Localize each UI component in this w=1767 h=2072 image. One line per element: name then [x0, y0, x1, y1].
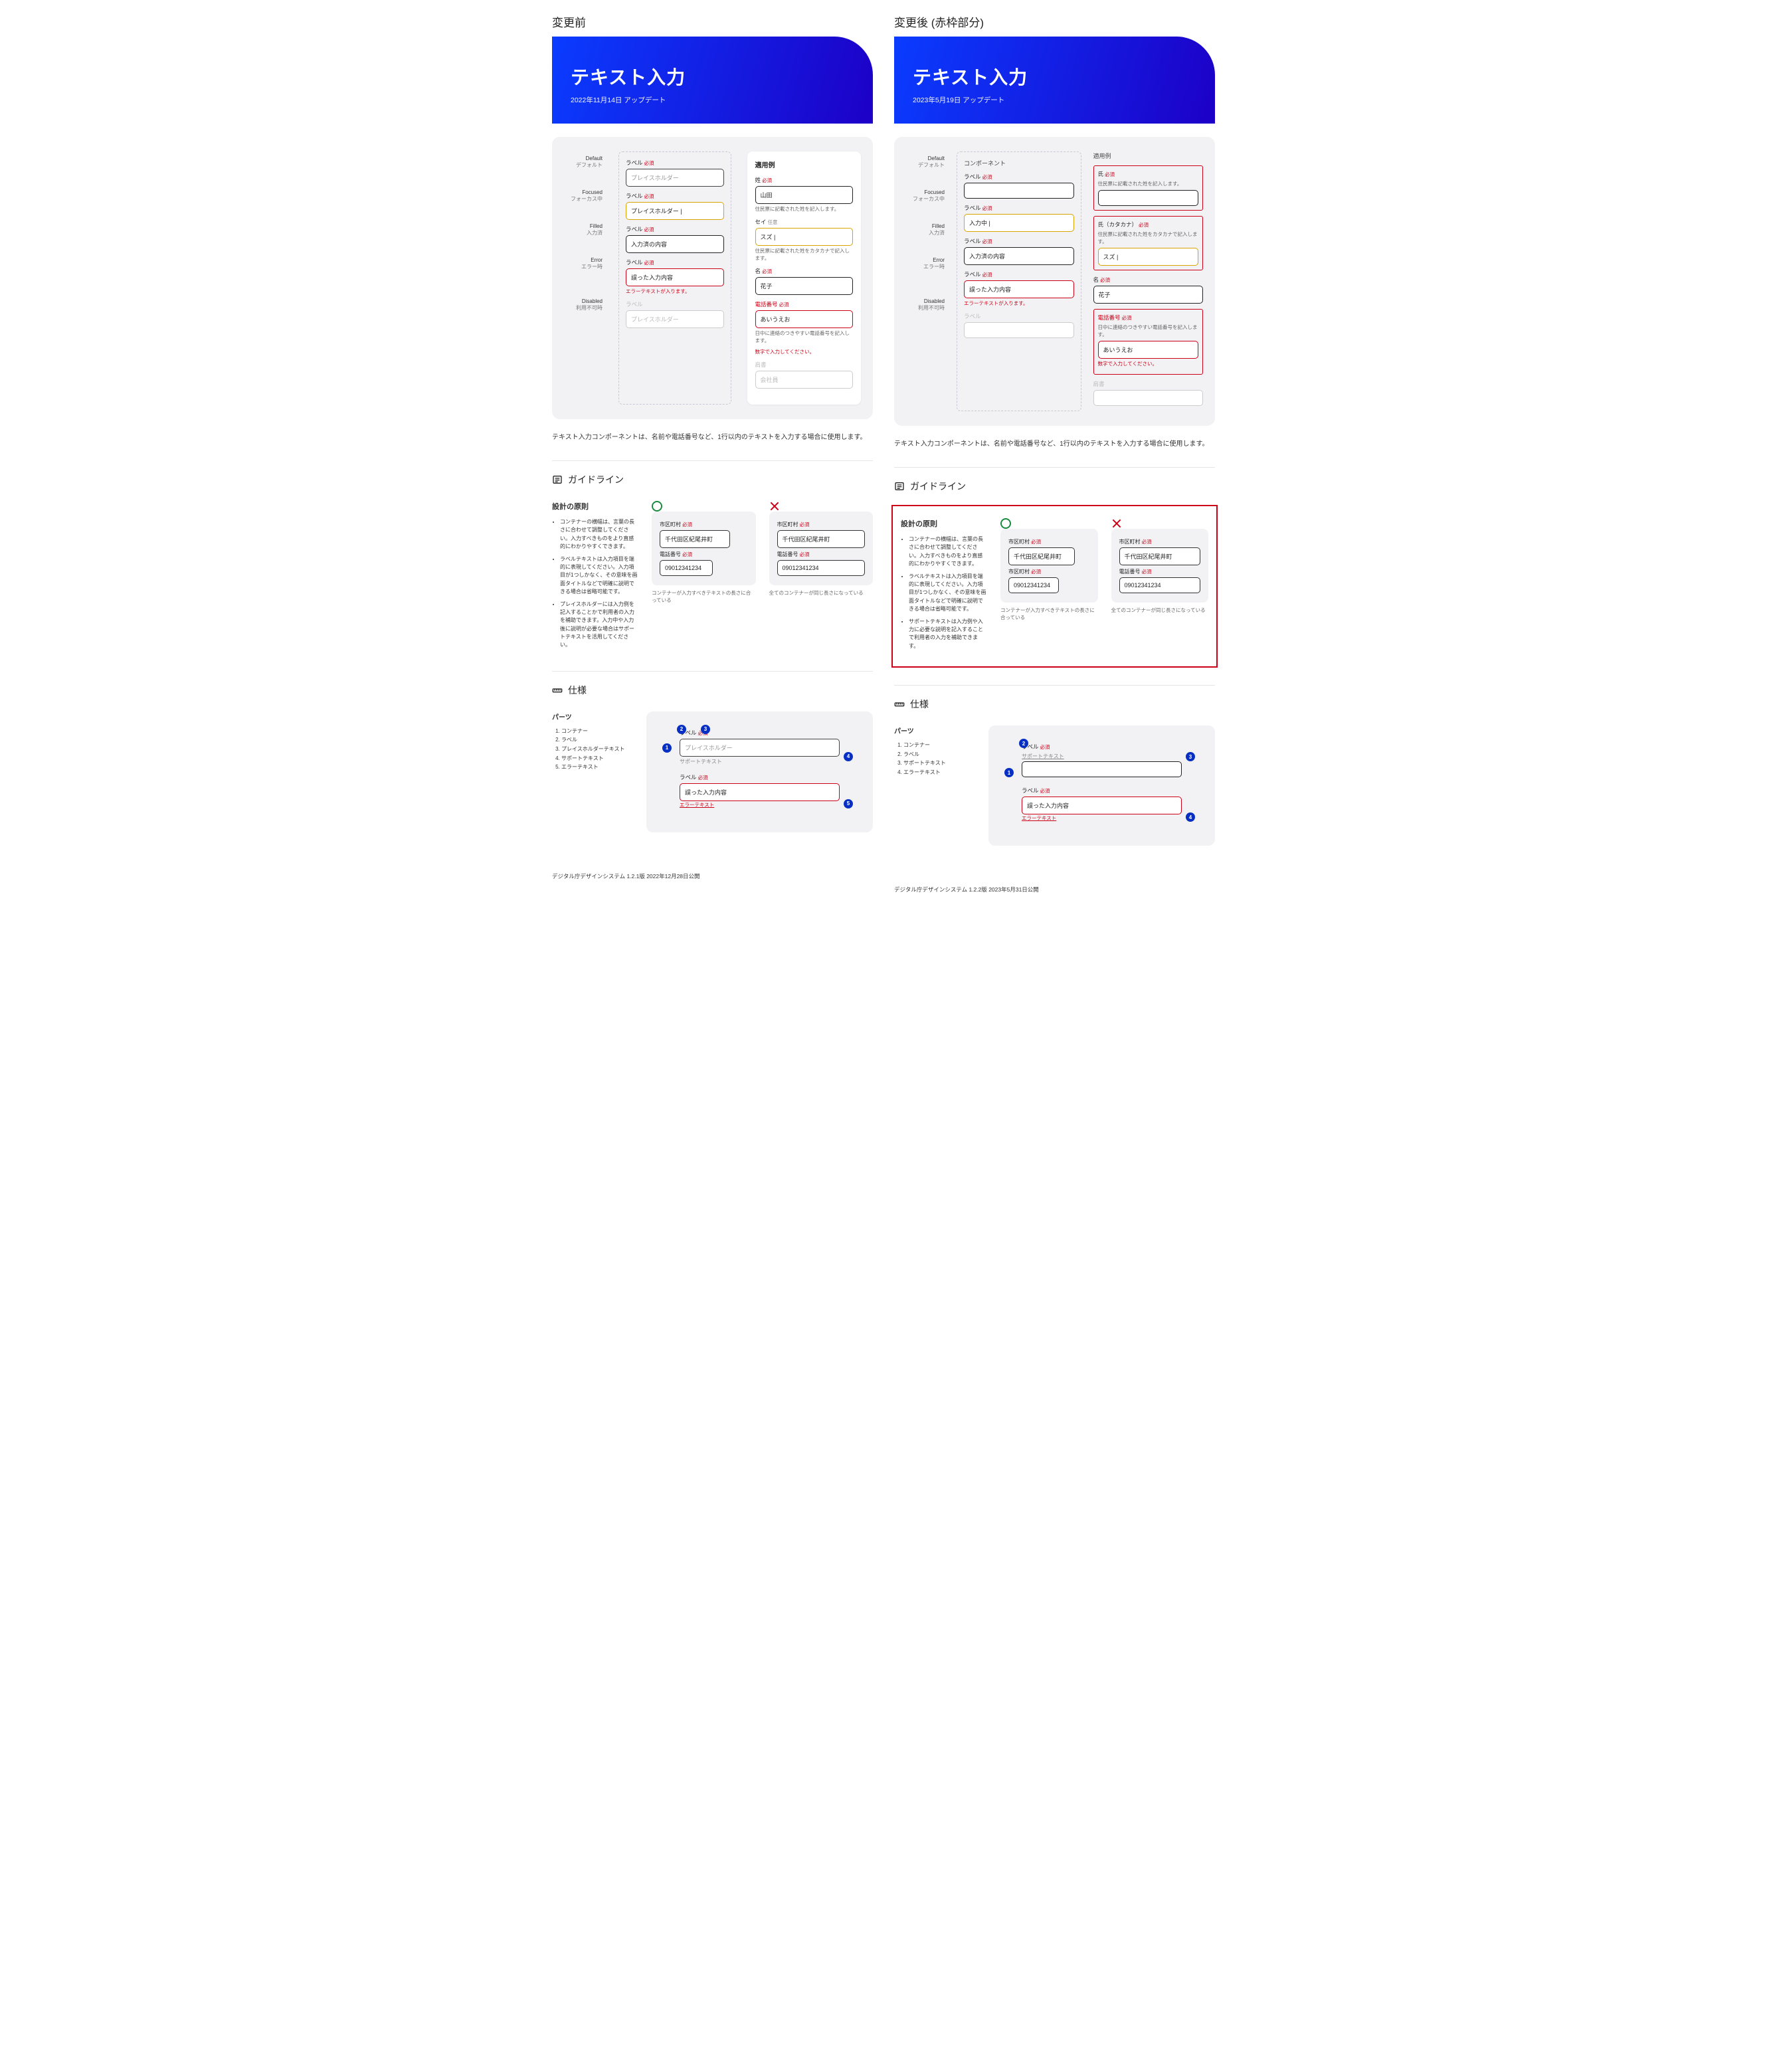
example-card: 適用例 姓必須 山田 住民票に記載された姓を記入します。 セイ任意 スズ | 住…: [747, 151, 862, 405]
ruler-icon: [894, 699, 905, 709]
footer-before: デジタル庁デザインシステム 1.2.1版 2022年12月28日公開: [552, 872, 873, 880]
textfield-focus[interactable]: プレイスホルダー |: [626, 202, 724, 220]
textfield-filled[interactable]: 入力済の内容: [964, 247, 1074, 265]
section-spec: 仕様: [552, 672, 873, 711]
changed-field: 電話番号必須 日中に連絡のつきやすい電話番号を記入します。 あいうえお 数字で入…: [1093, 309, 1204, 375]
component-desc: テキスト入力コンポーネントは、名前や電話番号など、1行以内のテキストを入力する場…: [552, 432, 873, 443]
after-title: 変更後 (赤枠部分): [894, 13, 1215, 30]
textfield-disabled: [964, 322, 1074, 338]
before-title: 変更前: [552, 13, 873, 30]
textfield-focus[interactable]: 入力中 |: [964, 214, 1074, 232]
textfield-error[interactable]: 誤った入力内容: [964, 280, 1074, 298]
hero-title: テキスト入力: [571, 63, 854, 90]
preview-panel-after: Defaultデフォルト Focusedフォーカス中 Filled入力済 Err…: [894, 137, 1215, 426]
textfield-default[interactable]: [964, 183, 1074, 199]
ng-icon: [1111, 518, 1122, 529]
list-icon: [894, 481, 905, 492]
parts: パーツ コンテナー ラベル プレイスホルダーテキスト サポートテキスト エラーテ…: [552, 711, 873, 832]
ok-icon: [1000, 518, 1011, 529]
ok-icon: [652, 501, 662, 512]
textfield-default[interactable]: プレイスホルダー: [626, 169, 724, 187]
textfield-error[interactable]: 誤った入力内容: [626, 268, 724, 286]
changed-field: 氏必須 住民票に記載された姓を記入します。: [1093, 165, 1204, 211]
after-column: 変更後 (赤枠部分) テキスト入力 2023年5月19日 アップデート Defa…: [894, 13, 1215, 894]
ruler-icon: [552, 685, 563, 696]
hero-before: テキスト入力 2022年11月14日 アップデート: [552, 37, 873, 124]
changed-field: 氏（カタカナ）必須 住民票に記載された姓をカタカナで記入します。 スズ |: [1093, 216, 1204, 270]
textfield-disabled: プレイスホルダー: [626, 310, 724, 328]
section-guidelines: ガイドライン: [552, 461, 873, 501]
before-column: 変更前 テキスト入力 2022年11月14日 アップデート Defaultデフォ…: [552, 13, 873, 894]
textfield-filled[interactable]: 入力済の内容: [626, 235, 724, 253]
footer-after: デジタル庁デザインシステム 1.2.2版 2023年5月31日公開: [894, 886, 1215, 894]
states: Defaultデフォルト Focusedフォーカス中 Filled入力済 Err…: [564, 151, 603, 405]
ng-icon: [769, 501, 780, 512]
list-icon: [552, 474, 563, 485]
preview-panel-before: Defaultデフォルト Focusedフォーカス中 Filled入力済 Err…: [552, 137, 873, 419]
hero-date: 2022年11月14日 アップデート: [571, 95, 854, 105]
guidelines-row-changed: 設計の原則 コンテナーの横幅は、言葉の長さに合わせて調整してください。入力すべき…: [891, 505, 1218, 668]
hero-after: テキスト入力 2023年5月19日 アップデート: [894, 37, 1215, 124]
parts-diagram: 2 3 ラベル必須 1 プレイスホルダー サポートテキスト 4 ラベル必須 誤っ…: [646, 711, 873, 832]
guidelines-row: 設計の原則 コンテナーの横幅は、言葉の長さに合わせて調整してください。入力すべき…: [552, 501, 873, 654]
spec-states: ラベル必須 プレイスホルダー ラベル必須 プレイスホルダー | ラベル必須 入力…: [618, 151, 731, 405]
